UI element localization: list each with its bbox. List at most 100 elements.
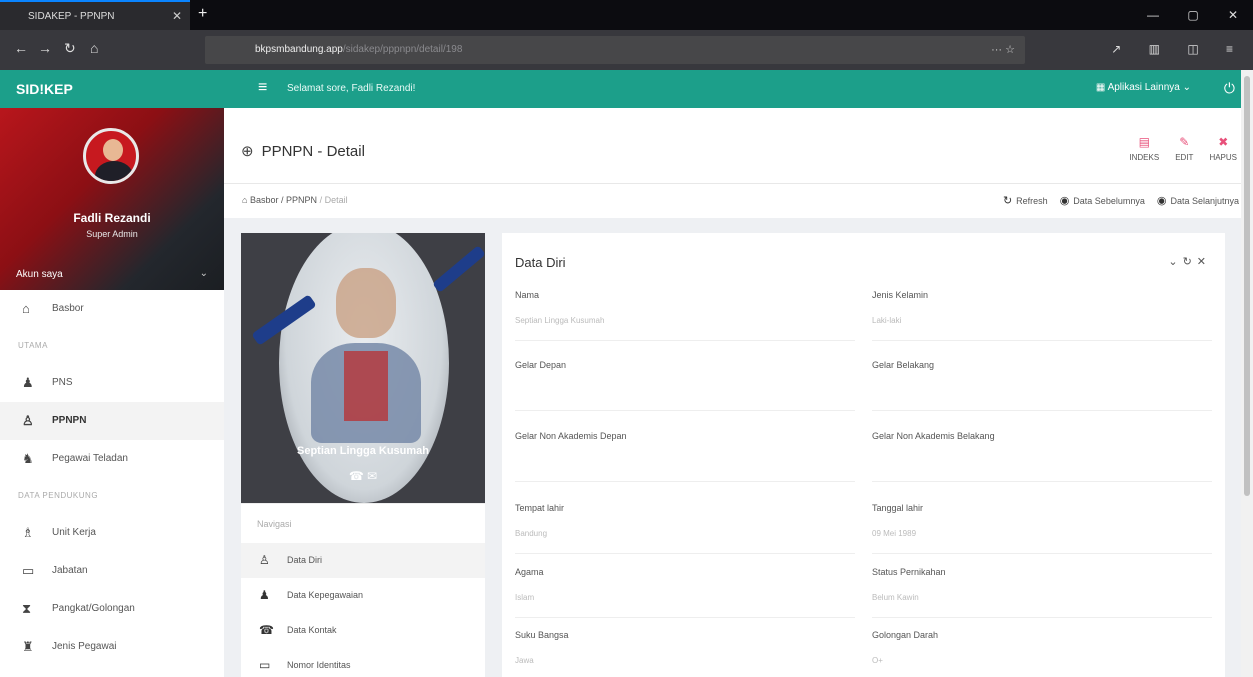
home-icon: ⌂ <box>22 301 30 316</box>
refresh-icon[interactable]: ↻ <box>1183 256 1197 268</box>
sidebar-item-pangkat-golongan[interactable]: ⧗ Pangkat/Golongan <box>0 590 224 628</box>
breadcrumb-parent[interactable]: PPNPN <box>286 195 317 205</box>
sidebar-item-unit-kerja[interactable]: ♗ Unit Kerja <box>0 514 224 552</box>
app-header: SID!KEP ≡ Selamat sore, Fadli Rezandi! ▦… <box>0 70 1253 108</box>
logout-power-icon[interactable]: ⏻ <box>1224 80 1235 97</box>
nav-item-label: Data Diri <box>287 555 323 565</box>
target-icon: ⊕ <box>241 143 254 160</box>
home-icon[interactable]: ⌂ <box>90 40 98 56</box>
profile-panel: Fadli Rezandi Super Admin Akun saya ⌄ <box>0 108 224 290</box>
hamburger-menu-icon[interactable]: ≡ <box>258 79 267 97</box>
reload-icon[interactable]: ↻ <box>64 40 76 57</box>
page-scrollbar[interactable] <box>1241 70 1253 677</box>
sidebar-item-basbor[interactable]: ⌂ Basbor <box>0 290 224 328</box>
sidebar-item-label: Unit Kerja <box>52 527 96 538</box>
delete-button[interactable]: ✖ HAPUS <box>1209 135 1237 162</box>
field-suku-bangsa: Suku Bangsa Jawa <box>515 630 855 670</box>
card-title: Data Diri <box>515 255 566 270</box>
nav-data-kepegawaian[interactable]: ♟ Data Kepegawaian <box>241 578 485 613</box>
user-tie-icon: ♟ <box>22 375 34 390</box>
sidebar-item-label: Basbor <box>52 303 84 314</box>
app-brand[interactable]: SID!KEP <box>16 81 73 97</box>
user-icon: ♙ <box>22 413 34 428</box>
close-tab-icon[interactable]: ✕ <box>172 9 182 23</box>
browser-tab[interactable]: SIDAKEP - PPNPN ✕ <box>0 0 190 30</box>
sidebar-item-jabatan[interactable]: ▭ Jabatan <box>0 552 224 590</box>
breadcrumb-separator: / <box>281 195 284 205</box>
page-actions-icon[interactable]: ··· ☆ <box>991 43 1015 56</box>
edit-button[interactable]: ✎ EDIT <box>1175 135 1193 162</box>
back-icon[interactable]: ← <box>14 40 28 56</box>
phone-icon[interactable]: ☎ <box>349 469 364 483</box>
profile-name: Fadli Rezandi <box>73 211 151 225</box>
data-diri-card: Data Diri ⌄↻✕ Nama Septian Lingga Kusuma… <box>502 233 1225 677</box>
maximize-icon[interactable]: ▢ <box>1173 0 1213 30</box>
person-card: Septian Lingga Kusumah ☎ ✉ Navigasi ♙ Da… <box>241 233 485 677</box>
field-tanggal-lahir: Tanggal lahir 09 Mei 1989 <box>872 503 1212 554</box>
field-tempat-lahir: Tempat lahir Bandung <box>515 503 855 554</box>
field-agama: Agama Islam <box>515 567 855 618</box>
field-value: Islam <box>515 593 535 602</box>
index-label: INDEKS <box>1129 153 1160 162</box>
sidebar-item-pns[interactable]: ♟ PNS <box>0 364 224 402</box>
sidebar-item-pegawai-teladan[interactable]: ♞ Pegawai Teladan <box>0 440 224 478</box>
user-star-icon: ♞ <box>22 451 34 466</box>
nav-item-label: Data Kontak <box>287 625 337 635</box>
account-menu[interactable]: Akun saya <box>16 269 63 280</box>
field-value: Belum Kawin <box>872 593 919 602</box>
refresh-button[interactable]: ↻ Refresh <box>1003 194 1048 207</box>
field-gelar-depan: Gelar Depan <box>515 360 855 411</box>
list-icon: ▤ <box>1138 135 1150 149</box>
close-icon[interactable]: ✕ <box>1197 256 1211 268</box>
profile-role: Super Admin <box>86 229 138 239</box>
sidebar-item-label: Pangkat/Golongan <box>52 603 135 614</box>
breadcrumb-home[interactable]: Basbor <box>250 195 279 205</box>
sidebar-item-label: PPNPN <box>52 415 87 426</box>
page-actions: ▤ INDEKS ✎ EDIT ✖ HAPUS <box>1129 135 1237 162</box>
field-value: Jawa <box>515 656 534 665</box>
next-record-button[interactable]: ◉ Data Selanjutnya <box>1157 194 1239 207</box>
browser-navbar: ← → ↻ ⌂ bkpsmbandung.app/sidakep/pppnpn/… <box>0 30 1253 70</box>
user-icon: ♙ <box>259 553 270 567</box>
sidebar-item-jenis-pegawai[interactable]: ♜ Jenis Pegawai <box>0 628 224 666</box>
field-label: Nama <box>515 290 540 300</box>
chevron-down-icon[interactable]: ⌄ <box>200 268 208 279</box>
field-label: Agama <box>515 567 544 577</box>
other-apps-label: Aplikasi Lainnya <box>1107 82 1180 93</box>
field-status-pernikahan: Status Pernikahan Belum Kawin <box>872 567 1212 618</box>
breadcrumb-current: Detail <box>324 195 348 205</box>
new-tab-icon[interactable]: + <box>198 5 207 23</box>
minimize-icon[interactable]: — <box>1133 0 1173 30</box>
card-tools: ⌄↻✕ <box>1168 255 1211 268</box>
nav-nomor-identitas[interactable]: ▭ Nomor Identitas <box>241 648 485 677</box>
envelope-icon[interactable]: ✉ <box>367 469 377 483</box>
breadcrumb-bar: ⌂ Basbor / PPNPN / Detail ↻ Refresh ◉ Data… <box>224 184 1253 218</box>
index-button[interactable]: ▤ INDEKS <box>1129 135 1159 162</box>
sidebar: Fadli Rezandi Super Admin Akun saya ⌄ ⌂ … <box>0 108 224 677</box>
field-gelar-non-akademis-belakang: Gelar Non Akademis Belakang <box>872 431 1212 482</box>
rank-icon: ⧗ <box>22 601 32 616</box>
id-card-icon: ▭ <box>259 658 271 672</box>
edit-icon: ✎ <box>1179 135 1190 149</box>
sidebar-item-ppnpn[interactable]: ♙ PPNPN <box>0 402 224 440</box>
scrollbar-thumb[interactable] <box>1244 76 1250 496</box>
toolbar-icons[interactable]: ↗ ▥ ◫ ≡ <box>1111 42 1245 56</box>
close-window-icon[interactable]: ✕ <box>1213 0 1253 30</box>
page-title-text: PPNPN - Detail <box>261 143 365 160</box>
avatar <box>83 128 139 184</box>
prev-record-button[interactable]: ◉ Data Sebelumnya <box>1060 194 1145 207</box>
nav-data-diri[interactable]: ♙ Data Diri <box>241 543 485 578</box>
other-apps-dropdown[interactable]: ▦ Aplikasi Lainnya ⌄ <box>1096 82 1191 93</box>
tab-title: SIDAKEP - PPNPN <box>28 11 115 22</box>
nav-label: Navigasi <box>241 503 485 543</box>
window-controls: — ▢ ✕ <box>1133 0 1253 30</box>
id-card-icon: ▭ <box>22 563 35 578</box>
forward-icon[interactable]: → <box>38 40 52 56</box>
nav-data-kontak[interactable]: ☎ Data Kontak <box>241 613 485 648</box>
address-bar[interactable]: bkpsmbandung.app/sidakep/pppnpn/detail/1… <box>205 36 1025 64</box>
field-value <box>515 457 855 471</box>
collapse-icon[interactable]: ⌄ <box>1168 256 1182 268</box>
field-label: Jenis Kelamin <box>872 290 929 300</box>
sidebar-item-label: PNS <box>52 377 73 388</box>
person-photo: Septian Lingga Kusumah ☎ ✉ <box>241 233 485 503</box>
